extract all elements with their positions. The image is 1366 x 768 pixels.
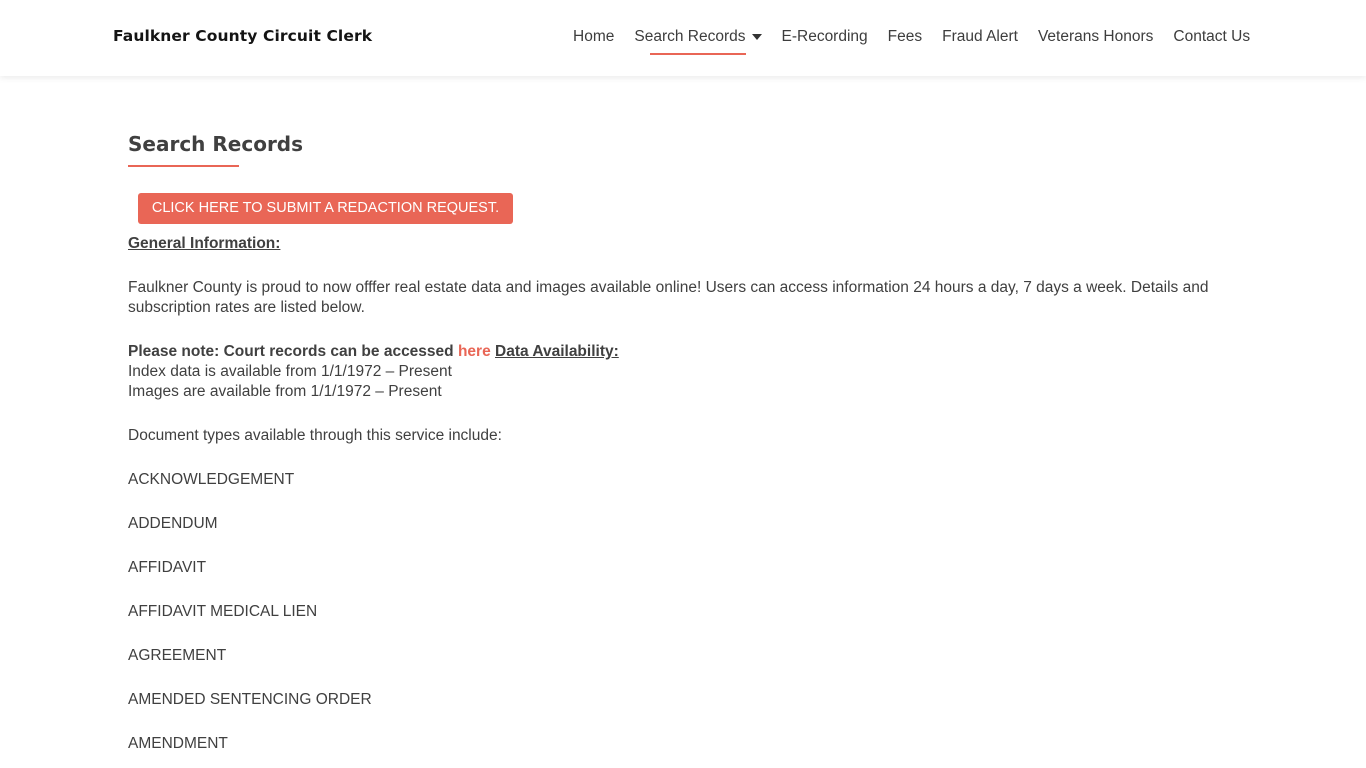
doc-type-item: AMENDED SENTENCING ORDER bbox=[128, 691, 372, 708]
nav-search-records-wrap: Search Records bbox=[634, 28, 746, 55]
nav-fraud-alert-label: Fraud Alert bbox=[942, 28, 1018, 45]
doc-type-item: AFFIDAVIT MEDICAL LIEN bbox=[128, 603, 318, 620]
nav-search-records[interactable]: Search Records bbox=[634, 28, 762, 55]
note-prefix: Please note: Court records can be access… bbox=[128, 343, 458, 360]
data-availability-heading: Data Availability: bbox=[495, 343, 619, 360]
doc-type-item: ADDENDUM bbox=[128, 515, 218, 532]
note-paragraph: Please note: Court records can be access… bbox=[128, 342, 1240, 402]
index-data-text: Index data is available from 1/1/1972 – … bbox=[128, 363, 452, 380]
court-records-link[interactable]: here bbox=[458, 343, 491, 360]
doc-type-item: AFFIDAVIT bbox=[128, 559, 207, 576]
redaction-request-button[interactable]: CLICK HERE TO SUBMIT A REDACTION REQUEST… bbox=[138, 193, 513, 224]
nav-search-records-label: Search Records bbox=[634, 28, 746, 45]
nav-veterans-honors-label: Veterans Honors bbox=[1037, 28, 1154, 45]
doc-type-item: AMENDMENT bbox=[128, 735, 228, 752]
main-content: Search Records CLICK HERE TO SUBMIT A RE… bbox=[128, 132, 1240, 754]
nav-e-recording[interactable]: E-Recording bbox=[782, 28, 868, 46]
site-header: Faulkner County Circuit Clerk Home Searc… bbox=[0, 0, 1366, 76]
doc-types-intro: Document types available through this se… bbox=[128, 427, 502, 444]
nav-contact-us[interactable]: Contact Us bbox=[1173, 28, 1250, 46]
nav-e-recording-label: E-Recording bbox=[781, 28, 868, 45]
main-nav: Home Search Records E-Recording Fees Fra… bbox=[573, 28, 1270, 55]
nav-fees-label: Fees bbox=[887, 28, 923, 45]
nav-home[interactable]: Home bbox=[573, 28, 614, 46]
doc-type-item: ACKNOWLEDGEMENT bbox=[128, 471, 295, 488]
site-title-link[interactable]: Faulkner County Circuit Clerk bbox=[113, 27, 372, 45]
images-data-text: Images are available from 1/1/1972 – Pre… bbox=[128, 383, 442, 400]
title-underline bbox=[128, 165, 239, 167]
caret-down-icon[interactable] bbox=[751, 34, 762, 40]
nav-home-label: Home bbox=[573, 28, 615, 45]
intro-paragraph: Faulkner County is proud to now offfer r… bbox=[128, 279, 1209, 316]
page-title: Search Records bbox=[128, 132, 304, 156]
nav-veterans-honors[interactable]: Veterans Honors bbox=[1038, 28, 1153, 46]
active-nav-underline bbox=[650, 53, 746, 55]
nav-contact-us-label: Contact Us bbox=[1173, 28, 1251, 45]
doc-type-item: AGREEMENT bbox=[128, 647, 227, 664]
nav-fraud-alert[interactable]: Fraud Alert bbox=[942, 28, 1018, 46]
nav-fees[interactable]: Fees bbox=[888, 28, 922, 46]
general-info-heading: General Information: bbox=[128, 235, 281, 252]
